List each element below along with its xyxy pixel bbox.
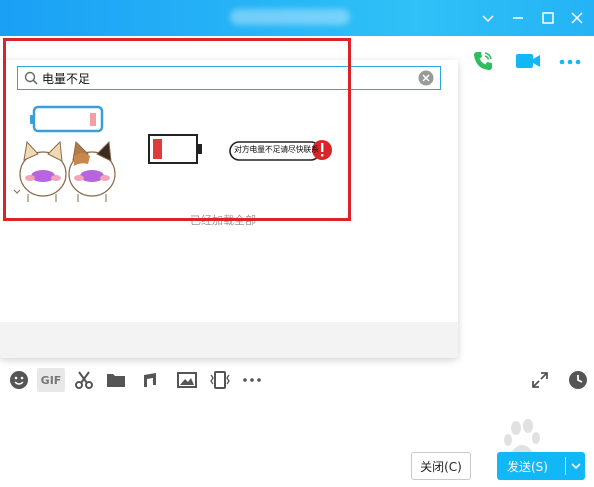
- minimize-icon[interactable]: [508, 8, 528, 28]
- contact-name-blurred: [230, 9, 350, 25]
- close-button[interactable]: 关闭(C): [411, 452, 471, 480]
- image-icon[interactable]: [175, 368, 199, 392]
- music-icon[interactable]: [138, 368, 162, 392]
- scissors-icon[interactable]: [72, 368, 96, 392]
- clear-search-icon[interactable]: [418, 70, 434, 86]
- emoji-icon[interactable]: [7, 368, 31, 392]
- more-options-icon[interactable]: [558, 48, 582, 74]
- history-clock-icon[interactable]: [566, 368, 590, 392]
- send-button[interactable]: 发送(S): [497, 452, 585, 480]
- highlight-annotation: [3, 38, 351, 221]
- chevron-down-icon[interactable]: [478, 8, 498, 28]
- title-bar: [0, 0, 594, 36]
- maximize-icon[interactable]: [538, 8, 558, 28]
- input-toolbar: GIF: [0, 366, 594, 394]
- vibrate-icon[interactable]: [208, 368, 232, 392]
- close-icon[interactable]: [567, 8, 587, 28]
- gif-icon[interactable]: GIF: [37, 368, 65, 392]
- phone-call-icon[interactable]: [470, 48, 496, 74]
- expand-icon[interactable]: [528, 368, 552, 392]
- video-call-icon[interactable]: [514, 48, 542, 74]
- panel-footer: [0, 322, 458, 358]
- send-button-label: 发送(S): [507, 459, 548, 474]
- send-options-chevron-icon[interactable]: [566, 461, 585, 471]
- folder-icon[interactable]: [104, 368, 128, 392]
- more-icon[interactable]: [240, 368, 264, 392]
